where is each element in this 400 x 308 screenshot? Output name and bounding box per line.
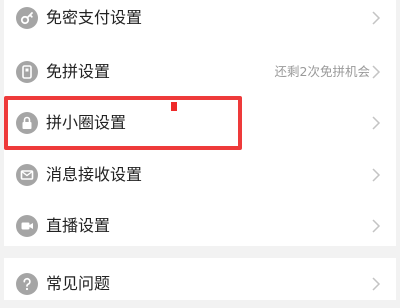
settings-item-label: 免拼设置	[46, 62, 111, 81]
help-item-label: 常见问题	[46, 274, 111, 293]
highlight-box	[4, 96, 242, 150]
chevron-right-icon	[370, 9, 382, 27]
chevron-right-icon	[370, 166, 382, 184]
settings-item-label: 免密支付设置	[46, 8, 143, 27]
group-free-remaining-hint: 还剩2次免拼机会	[274, 64, 370, 79]
mail-icon	[16, 164, 38, 186]
settings-item-password-free-payment[interactable]: 免密支付设置	[4, 0, 396, 42]
settings-item-label: 直播设置	[46, 216, 111, 235]
settings-item-message-receive[interactable]: 消息接收设置	[4, 151, 396, 199]
settings-item-label: 消息接收设置	[46, 165, 143, 184]
key-icon	[16, 7, 38, 29]
phone-icon	[16, 61, 38, 83]
chevron-right-icon	[370, 217, 382, 235]
settings-item-group-free[interactable]: 免拼设置 还剩2次免拼机会	[4, 48, 396, 96]
red-marker	[171, 102, 177, 111]
help-item-faq[interactable]: 常见问题	[4, 260, 396, 308]
chevron-right-icon	[370, 114, 382, 132]
settings-item-live-stream[interactable]: 直播设置	[4, 202, 396, 250]
chevron-right-icon	[370, 275, 382, 293]
help-card: 常见问题	[4, 258, 396, 300]
video-icon	[16, 215, 38, 237]
question-icon	[16, 273, 38, 295]
chevron-right-icon	[370, 63, 382, 81]
